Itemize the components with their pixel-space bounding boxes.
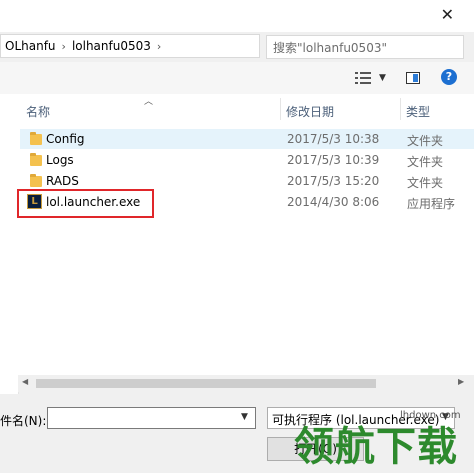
column-date[interactable]: 修改日期	[286, 103, 334, 120]
file-type: 文件夹	[407, 155, 444, 169]
file-date: 2014/4/30 8:06	[287, 195, 380, 209]
close-button[interactable]: ✕	[441, 6, 454, 24]
column-divider[interactable]	[400, 98, 401, 120]
view-options-icon[interactable]	[355, 71, 371, 85]
scroll-left-icon[interactable]: ◀	[22, 377, 28, 386]
scrollbar-thumb[interactable]	[36, 379, 376, 388]
file-type: 文件夹	[407, 176, 444, 190]
column-type[interactable]: 类型	[406, 103, 430, 120]
preview-pane-icon[interactable]	[406, 72, 420, 84]
breadcrumb-lolhanfu0503[interactable]: lolhanfu0503	[68, 39, 155, 53]
list-item-logs[interactable]: Logs 2017/5/3 10:39 文件夹	[20, 150, 474, 170]
folder-icon	[30, 174, 42, 187]
file-date: 2017/5/3 15:20	[287, 174, 380, 188]
help-icon[interactable]: ?	[441, 69, 457, 85]
column-header: 名称 修改日期 类型	[18, 96, 474, 122]
column-name[interactable]: 名称	[26, 103, 50, 120]
file-type: 文件夹	[407, 134, 444, 148]
list-item-config[interactable]: Config 2017/5/3 10:38 文件夹	[20, 129, 474, 149]
breadcrumb-separator-icon[interactable]: ›	[60, 40, 68, 53]
filename-label: 件名(N):	[0, 414, 47, 428]
breadcrumb-separator-icon[interactable]: ›	[155, 40, 163, 53]
filename-input[interactable]	[47, 407, 256, 429]
column-divider[interactable]	[280, 98, 281, 120]
folder-icon	[30, 153, 42, 166]
navigation-pane[interactable]	[0, 94, 19, 394]
highlight-box	[17, 189, 154, 218]
view-dropdown-icon[interactable]: ▼	[379, 73, 386, 83]
filename-dropdown-icon[interactable]: ▼	[241, 412, 248, 422]
watermark-text: 领航下载	[294, 424, 458, 470]
list-item-rads[interactable]: RADS 2017/5/3 15:20 文件夹	[20, 171, 474, 191]
search-input[interactable]: 搜索"lolhanfu0503"	[266, 35, 464, 59]
file-name: Config	[46, 132, 85, 146]
file-date: 2017/5/3 10:39	[287, 153, 380, 167]
file-type: 应用程序	[407, 197, 456, 211]
title-bar	[0, 0, 474, 32]
folder-icon	[30, 132, 42, 145]
horizontal-scrollbar[interactable]: ◀ ▶	[18, 375, 474, 392]
watermark-site: lhdown.com	[400, 410, 461, 421]
scroll-right-icon[interactable]: ▶	[458, 377, 464, 386]
address-bar[interactable]: OLhanfu › lolhanfu0503 ›	[0, 34, 260, 58]
breadcrumb-olhanfu[interactable]: OLhanfu	[1, 39, 60, 53]
file-name: RADS	[46, 174, 79, 188]
toolbar	[0, 62, 474, 94]
file-date: 2017/5/3 10:38	[287, 132, 380, 146]
file-name: Logs	[46, 153, 74, 167]
watermark-logo: 领航下载 lhdown.com	[292, 402, 474, 473]
sort-up-icon: ︿	[144, 97, 154, 107]
